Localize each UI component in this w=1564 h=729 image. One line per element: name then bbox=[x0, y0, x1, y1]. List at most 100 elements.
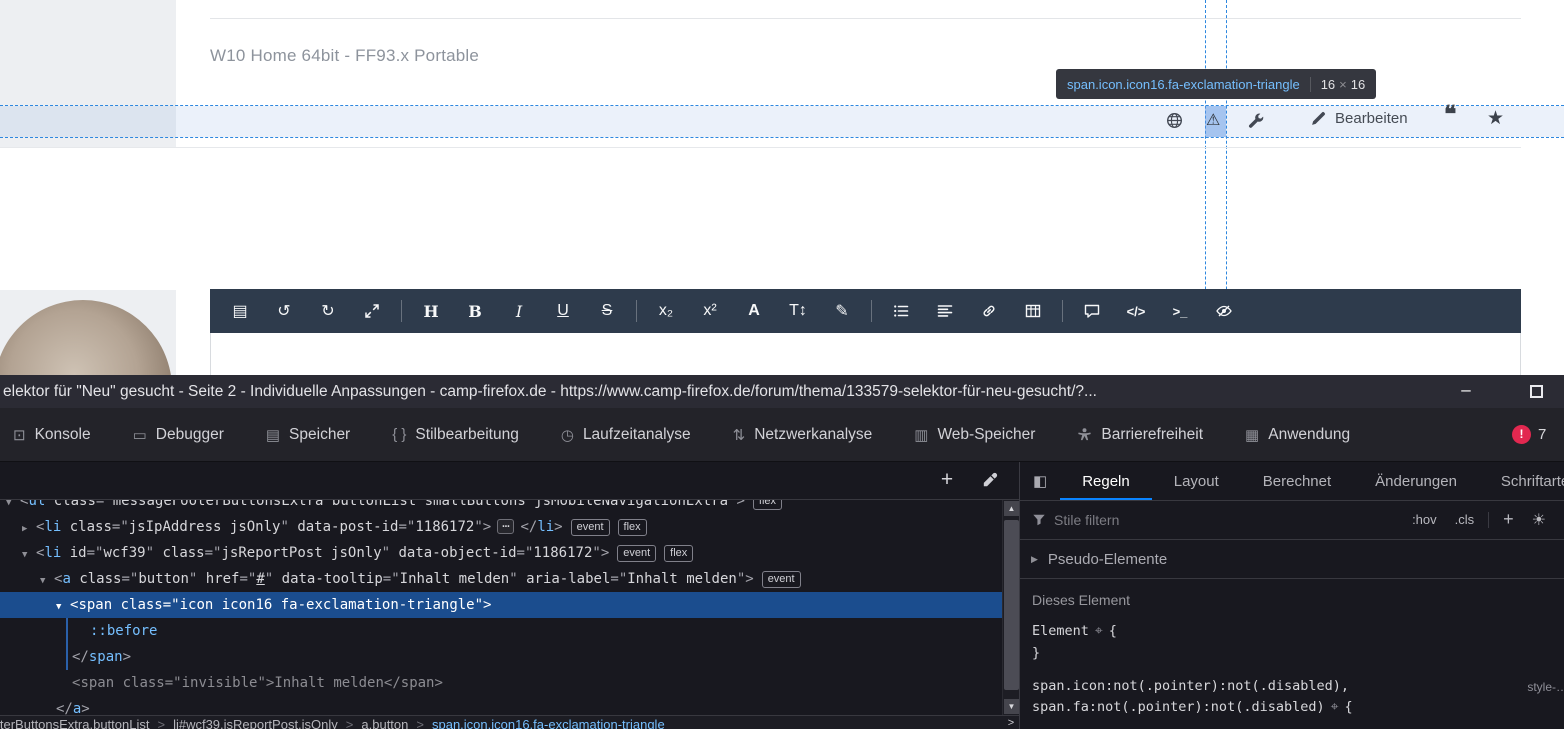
bold-icon[interactable]: B bbox=[453, 302, 497, 321]
badge-event[interactable]: event bbox=[617, 545, 656, 562]
class-toggle[interactable]: .cls bbox=[1449, 512, 1481, 527]
link-icon[interactable] bbox=[967, 302, 1011, 320]
expand-arrow-icon[interactable]: ▼ bbox=[56, 594, 70, 620]
breadcrumb-item[interactable]: ul.messageFooterButtonsExtra.buttonList bbox=[0, 716, 157, 729]
alignment-icon[interactable] bbox=[923, 302, 967, 320]
markup-line[interactable]: ▼<a class="button" href="#" data-tooltip… bbox=[0, 566, 1002, 592]
hide-icon[interactable] bbox=[1202, 302, 1246, 320]
undo-icon[interactable]: ↺ bbox=[262, 301, 306, 321]
devtools-tab-netzwerkanalyse[interactable]: ⇅Netzwerkanalyse bbox=[712, 408, 894, 461]
rules-tab-aenderungen[interactable]: Änderungen bbox=[1353, 462, 1479, 500]
add-rule-button[interactable]: + bbox=[1497, 509, 1520, 530]
scroll-down-icon[interactable]: ▼ bbox=[1004, 699, 1019, 714]
moderation-wrench-icon[interactable] bbox=[1248, 112, 1265, 129]
eyedropper-icon[interactable] bbox=[981, 471, 999, 489]
breadcrumb-item[interactable]: li#wcf39.jsReportPost.jsOnly bbox=[165, 716, 346, 729]
font-size-icon[interactable]: T↕ bbox=[776, 302, 820, 320]
badge-flex[interactable]: flex bbox=[618, 519, 647, 536]
exclamation-triangle-icon[interactable]: ⚠ bbox=[1206, 110, 1220, 130]
source-view-icon[interactable]: ▤ bbox=[218, 301, 262, 321]
sidebar-toggle-icon[interactable]: ◧ bbox=[1020, 462, 1060, 500]
devtools-tab-laufzeitanalyse[interactable]: ◷Laufzeitanalyse bbox=[540, 408, 712, 461]
rules-tab-regeln[interactable]: Regeln bbox=[1060, 462, 1152, 500]
markup-line[interactable]: ::before bbox=[0, 618, 1002, 644]
markup-scrollbar[interactable]: ▲ ▼ bbox=[1002, 500, 1019, 715]
rule-selector[interactable]: span.icon:not(.pointer):not(.disabled), bbox=[1032, 678, 1349, 694]
badge-flex[interactable]: flex bbox=[753, 500, 782, 510]
devtools-tab-konsole[interactable]: ⊡Konsole bbox=[0, 408, 112, 461]
devtools-tab-anwendung[interactable]: ▦Anwendung bbox=[1224, 408, 1371, 461]
underline-icon[interactable]: U bbox=[541, 302, 585, 320]
redo-icon[interactable]: ↻ bbox=[306, 301, 350, 321]
devtools-tab-barrierefreiheit[interactable]: Barrierefreiheit bbox=[1056, 408, 1224, 461]
selector-target-icon[interactable]: ⌖ bbox=[1089, 623, 1109, 639]
comment-icon[interactable] bbox=[1070, 302, 1114, 320]
rule-selector[interactable]: span.fa:not(.pointer):not(.disabled) bbox=[1032, 699, 1325, 715]
maximize-icon[interactable] bbox=[350, 302, 394, 320]
inline-expander[interactable]: ⋯ bbox=[497, 519, 514, 534]
badge-event[interactable]: event bbox=[762, 571, 801, 588]
terminal-icon[interactable]: >_ bbox=[1158, 304, 1202, 319]
rules-tab-berechnet[interactable]: Berechnet bbox=[1241, 462, 1353, 500]
table-icon[interactable] bbox=[1011, 302, 1055, 320]
badge-event[interactable]: event bbox=[571, 519, 610, 536]
strikethrough-icon[interactable]: S bbox=[585, 302, 629, 320]
devtools-tab-label: Barrierefreiheit bbox=[1101, 426, 1203, 444]
markup-line[interactable]: ▼<span class="icon icon16 fa-exclamation… bbox=[0, 592, 1002, 618]
devtools-tab-label: Netzwerkanalyse bbox=[754, 426, 872, 444]
selector-target-icon[interactable]: ⌖ bbox=[1325, 699, 1345, 715]
quote-icon[interactable]: ❝ bbox=[1444, 101, 1456, 128]
scroll-up-icon[interactable]: ▲ bbox=[1004, 501, 1019, 516]
devtools-tab-stilbearbeitung[interactable]: { }Stilbearbeitung bbox=[371, 408, 540, 461]
format-brush-icon[interactable]: ✎ bbox=[820, 301, 864, 321]
pseudo-elements-section[interactable]: ▶ Pseudo-Elemente bbox=[1020, 540, 1564, 579]
italic-icon[interactable]: I bbox=[497, 302, 541, 321]
markup-line[interactable]: </span> bbox=[0, 644, 1002, 670]
markup-line[interactable]: ▶<li class="jsIpAddress jsOnly" data-pos… bbox=[0, 514, 1002, 540]
markup-line[interactable]: ▼<ul class="messageFooterButtonsExtra bu… bbox=[0, 500, 1002, 514]
expand-arrow-icon[interactable]: ▼ bbox=[40, 568, 54, 594]
editor-text-area[interactable] bbox=[210, 333, 1521, 375]
rule-source-link[interactable]: style-… bbox=[1527, 677, 1564, 698]
devtools-tab-label: Web-Speicher bbox=[937, 426, 1035, 444]
font-color-icon[interactable]: A bbox=[732, 302, 776, 320]
rule-selector[interactable]: Element bbox=[1032, 623, 1089, 639]
breadcrumb-item[interactable]: a.button bbox=[353, 716, 416, 729]
unordered-list-icon[interactable] bbox=[879, 302, 923, 320]
minimize-button[interactable]: – bbox=[1448, 375, 1484, 408]
rules-tab-schriftarten[interactable]: Schriftarten bbox=[1479, 462, 1564, 500]
controls-divider bbox=[1488, 512, 1489, 528]
devtools-tab-web-speicher[interactable]: ▥Web-Speicher bbox=[893, 408, 1056, 461]
color-scheme-toggle[interactable]: ☀ bbox=[1526, 510, 1552, 530]
markup-line[interactable]: ▼<li id="wcf39" class="jsReportPost jsOn… bbox=[0, 540, 1002, 566]
code-icon[interactable]: </> bbox=[1114, 304, 1158, 319]
subscript-icon[interactable]: x₂ bbox=[644, 302, 688, 320]
breadcrumb-item[interactable]: span.icon.icon16.fa-exclamation-triangle bbox=[424, 716, 673, 729]
scrollbar-thumb[interactable] bbox=[1004, 520, 1019, 690]
globe-icon[interactable] bbox=[1166, 112, 1183, 129]
error-badge[interactable]: ! 7 bbox=[1512, 425, 1546, 444]
avatar[interactable] bbox=[0, 300, 172, 375]
bookmark-star-icon[interactable]: ★ bbox=[1487, 107, 1504, 130]
superscript-icon[interactable]: x² bbox=[688, 302, 732, 320]
markup-line[interactable]: <span class="invisible">Inhalt melden</s… bbox=[0, 670, 1002, 696]
rules-pane: ◧ RegelnLayoutBerechnetÄnderungenSchrift… bbox=[1019, 462, 1564, 729]
breadcrumb-scroll-right-icon[interactable]: > bbox=[1003, 716, 1019, 729]
rules-tab-layout[interactable]: Layout bbox=[1152, 462, 1241, 500]
markup-line[interactable]: </a> bbox=[0, 696, 1002, 715]
devtools-tab-speicher[interactable]: ▤Speicher bbox=[245, 408, 371, 461]
highlighter-infobar: span.icon.icon16.fa-exclamation-triangle… bbox=[1056, 69, 1376, 99]
add-node-button[interactable]: + bbox=[933, 466, 961, 494]
edit-button[interactable]: Bearbeiten bbox=[1310, 110, 1408, 127]
markup-tree: ▼<ul class="messageFooterButtonsExtra bu… bbox=[0, 500, 1002, 715]
markup-token: " bbox=[146, 545, 163, 561]
pseudo-class-toggle[interactable]: :hov bbox=[1406, 512, 1443, 527]
markup-token: =" bbox=[610, 571, 627, 587]
expand-arrow-icon[interactable]: ▼ bbox=[22, 542, 36, 568]
heading-icon[interactable]: H bbox=[409, 302, 453, 321]
maximize-button[interactable] bbox=[1530, 385, 1543, 398]
style-filter-input[interactable]: Stile filtern bbox=[1054, 512, 1398, 528]
badge-flex[interactable]: flex bbox=[664, 545, 693, 562]
expand-arrow-icon[interactable]: ▶ bbox=[22, 516, 36, 542]
devtools-tab-debugger[interactable]: ▭Debugger bbox=[112, 408, 245, 461]
